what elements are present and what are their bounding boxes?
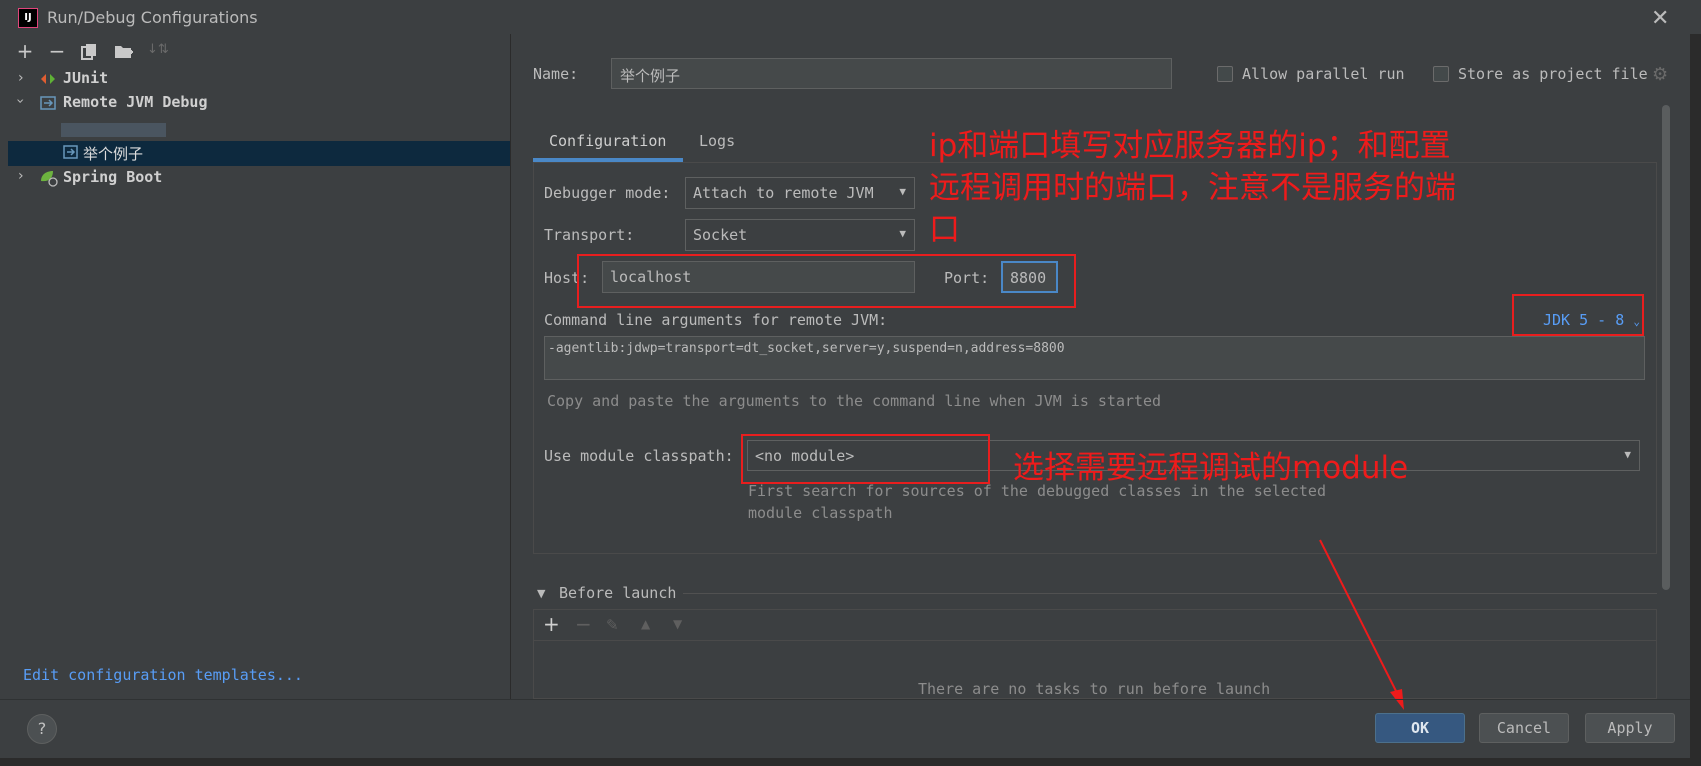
cancel-button[interactable]: Cancel bbox=[1479, 713, 1569, 743]
window-edge-bottom bbox=[0, 758, 1701, 766]
bottom-divider bbox=[0, 699, 1701, 700]
annotation-arrow bbox=[1319, 539, 1404, 710]
apply-button[interactable]: Apply bbox=[1585, 713, 1675, 743]
ok-button[interactable]: OK bbox=[1375, 713, 1465, 743]
help-button[interactable]: ? bbox=[27, 714, 57, 744]
window-edge bbox=[1690, 34, 1701, 766]
